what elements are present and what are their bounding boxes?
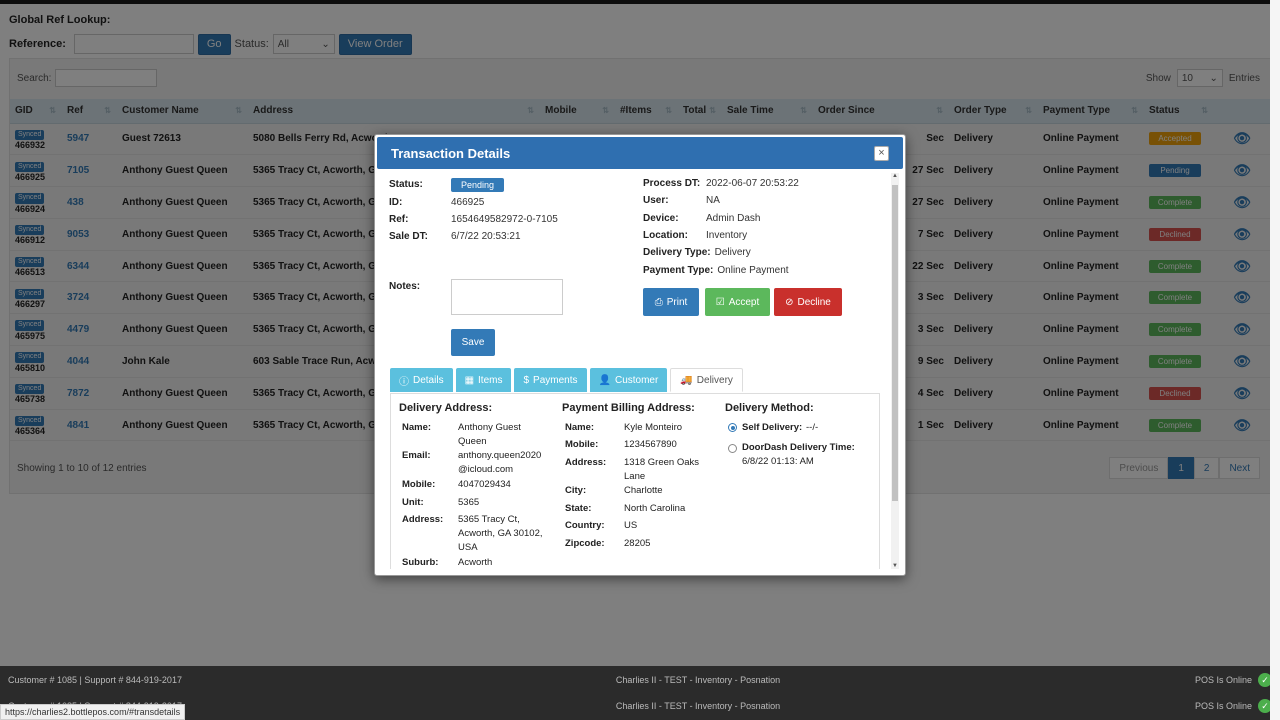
status-badge: Pending <box>451 178 505 192</box>
process-dt-field: Process DT: 2022-06-07 20:53:22 <box>643 178 799 189</box>
tab-delivery[interactable]: 🚚 Delivery <box>670 368 743 392</box>
footer-row-duplicate: Customer # 1085 | Support # 844-919-2017… <box>0 693 1280 719</box>
doordash-delivery-radio[interactable] <box>728 444 737 453</box>
status-bar-url: https://charlies2.bottlepos.com/#transde… <box>0 704 186 720</box>
tab-details[interactable]: ⓘ Details <box>390 368 453 392</box>
self-delivery-radio[interactable] <box>728 423 737 432</box>
sale-dt-field: Sale DT: 6/7/22 20:53:21 <box>389 231 521 242</box>
notes-textarea[interactable] <box>451 279 563 315</box>
footer-pos-status: POS Is Online ✓ <box>948 673 1272 687</box>
transaction-details-modal: Transaction Details × Status: Pending ID… <box>374 134 906 576</box>
delivery-method-options: Self Delivery: --/- DoorDash Delivery Ti… <box>728 421 878 481</box>
footer-row: Customer # 1085 | Support # 844-919-2017… <box>0 667 1280 693</box>
ban-icon: ⊘ <box>785 296 794 308</box>
modal-body: Status: Pending ID: 466925 Ref: 1654649582… <box>375 171 893 569</box>
truck-icon: 🚚 <box>680 374 693 386</box>
status-field: Status: Pending <box>389 178 505 192</box>
accept-button[interactable]: ☑ Accept <box>705 288 770 316</box>
dollar-icon: $ <box>523 374 530 386</box>
tab-items[interactable]: ▦ Items <box>455 368 512 392</box>
decline-button[interactable]: ⊘ Decline <box>774 288 842 316</box>
location-field: Location: Inventory <box>643 230 748 241</box>
delivery-type-field: Delivery Type: Delivery <box>643 247 751 258</box>
id-field: ID: 466925 <box>389 197 485 208</box>
delivery-method-title: Delivery Method: <box>725 402 814 414</box>
save-button[interactable]: Save <box>451 329 495 356</box>
modal-title: Transaction Details <box>391 145 511 161</box>
scroll-down-icon[interactable]: ▼ <box>891 563 899 569</box>
footer-store: Charlies II - TEST - Inventory - Posnati… <box>615 675 781 685</box>
scroll-up-icon[interactable]: ▲ <box>891 173 899 179</box>
modal-scrollbar-thumb[interactable] <box>892 185 898 501</box>
ref-field: Ref: 1654649582972-0-7105 <box>389 214 558 225</box>
user-icon: 👤 <box>598 374 611 386</box>
delivery-address-list: Name: Anthony Guest Queen Email: anthony… <box>402 422 543 568</box>
footer: Customer # 1085 | Support # 844-919-2017… <box>0 666 1280 720</box>
modal-header: Transaction Details × <box>377 137 903 169</box>
user-field: User: NA <box>643 195 720 206</box>
print-button[interactable]: ⎙ Print <box>643 288 699 316</box>
device-field: Device: Admin Dash <box>643 213 761 224</box>
footer-customer: Customer # 1085 | Support # 844-919-2017 <box>8 675 182 685</box>
delivery-address-title: Delivery Address: <box>399 402 493 414</box>
close-icon[interactable]: × <box>874 145 889 161</box>
print-icon: ⎙ <box>654 296 663 308</box>
info-icon: ⓘ <box>399 376 409 388</box>
page-scrollbar[interactable] <box>1270 0 1280 720</box>
footer-pos-status-dup: POS Is Online ✓ <box>948 699 1272 713</box>
tab-payments[interactable]: $ Payments <box>514 368 587 392</box>
check-square-icon: ☑ <box>715 296 725 308</box>
footer-store-dup: Charlies II - TEST - Inventory - Posnati… <box>615 701 781 711</box>
payment-type-field: Payment Type: Online Payment <box>643 265 789 276</box>
cubes-icon: ▦ <box>464 374 475 386</box>
tab-customer[interactable]: 👤 Customer <box>589 368 668 392</box>
modal-scrollbar[interactable]: ▲ ▼ <box>891 173 899 569</box>
notes-label: Notes: <box>389 281 421 292</box>
detail-tabs: ⓘ Details ▦ Items $ Payments 👤 Customer 🚚 Del… <box>390 368 743 392</box>
billing-address-list: Name: Kyle Monteiro Mobile: 1234567890 A… <box>565 422 699 549</box>
delivery-tab-panel: Delivery Address: Name: Anthony Guest Qu… <box>390 393 880 569</box>
billing-address-title: Payment Billing Address: <box>562 402 695 414</box>
